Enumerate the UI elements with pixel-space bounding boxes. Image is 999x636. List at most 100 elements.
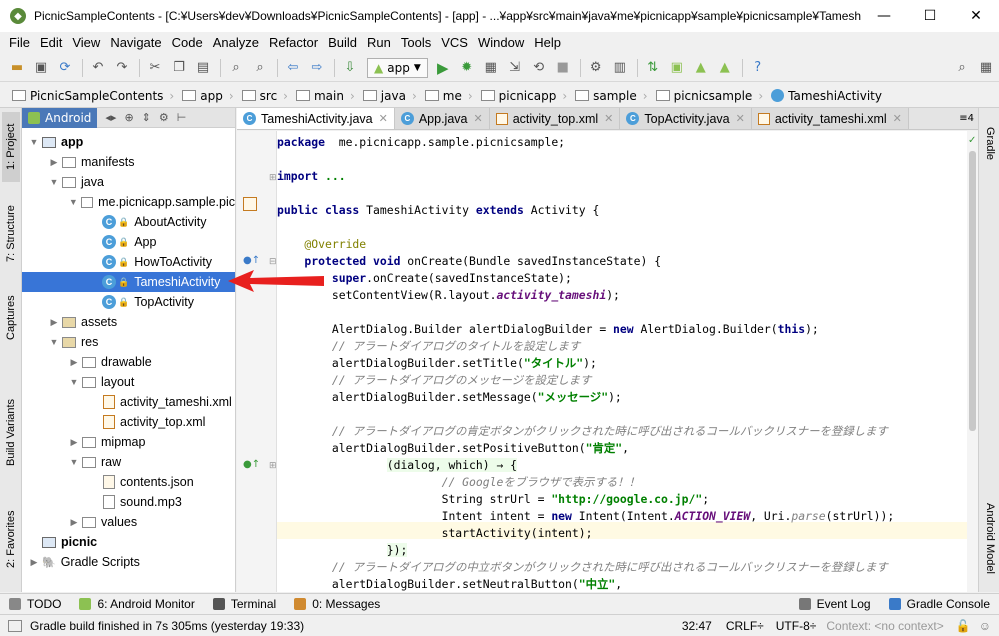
android-sdk-icon[interactable]: ▲ (714, 57, 736, 79)
attach-debugger-icon[interactable]: ⇲ (504, 57, 526, 79)
tree-item[interactable]: ▼ java (22, 172, 235, 192)
tool-window-event-log[interactable]: Event Log (790, 597, 880, 611)
tool-window-6-android-monitor[interactable]: 6: Android Monitor (70, 597, 203, 611)
tree-item[interactable]: sound.mp3 (22, 492, 235, 512)
breadcrumb-item[interactable]: picnicsample › (652, 86, 768, 106)
layout-xml-icon[interactable] (243, 197, 257, 211)
tree-item[interactable]: ▶ 🐘 Gradle Scripts (22, 552, 235, 572)
breadcrumb-item[interactable]: PicnicSampleContents › (8, 86, 178, 106)
tab-overflow-icon[interactable]: ≡4 (955, 113, 978, 124)
avd-manager-icon[interactable]: ▣ (666, 57, 688, 79)
forward-icon[interactable]: ⇨ (306, 57, 328, 79)
event-log-icon[interactable]: ▦ (975, 57, 997, 79)
chevron-down-icon[interactable]: ▼ (68, 377, 80, 387)
menu-build[interactable]: Build (323, 35, 362, 50)
status-panel-icon[interactable] (8, 619, 22, 632)
tree-item[interactable]: C 🔒 TopActivity (22, 292, 235, 312)
tree-item[interactable]: C 🔒 App (22, 232, 235, 252)
back-icon[interactable]: ⇦ (282, 57, 304, 79)
gear-icon[interactable]: ⚙ (159, 111, 169, 124)
chevron-down-icon[interactable]: ▼ (48, 177, 60, 187)
tree-item[interactable]: ▶ values (22, 512, 235, 532)
breadcrumb-item[interactable]: TameshiActivity (767, 86, 886, 106)
tab-app-java[interactable]: C App.java ✕ (394, 108, 490, 129)
make-project-icon[interactable]: ⇩ (339, 57, 361, 79)
tree-item[interactable]: picnic (22, 532, 235, 552)
tool-window-0-messages[interactable]: 0: Messages (285, 597, 389, 611)
chevron-right-icon[interactable]: ▶ (28, 557, 40, 568)
tree-item[interactable]: activity_top.xml (22, 412, 235, 432)
menu-tools[interactable]: Tools (396, 35, 436, 50)
cut-icon[interactable]: ✂ (144, 57, 166, 79)
copy-icon[interactable]: ❐ (168, 57, 190, 79)
menu-view[interactable]: View (67, 35, 105, 50)
collapse-all-icon[interactable]: ⊕ (124, 111, 133, 124)
chevron-right-icon[interactable]: ▶ (48, 317, 60, 328)
chevron-down-icon[interactable]: ▼ (68, 197, 79, 207)
tree-item[interactable]: contents.json (22, 472, 235, 492)
code-editor[interactable]: package me.picnicapp.sample.picnicsample… (277, 131, 967, 592)
sync-icon[interactable]: ⟳ (54, 57, 76, 79)
undo-icon[interactable]: ↶ (87, 57, 109, 79)
lambda-marker-icon[interactable]: ●↑ (243, 459, 260, 470)
fold-icon[interactable]: ⊞ (269, 173, 277, 183)
open-folder-icon[interactable]: ▬ (6, 57, 28, 79)
redo-icon[interactable]: ↷ (111, 57, 133, 79)
coverage-icon[interactable]: ▦ (480, 57, 502, 79)
help-icon[interactable]: ? (747, 57, 769, 79)
tab-gradle[interactable]: Gradle (981, 114, 999, 174)
run-config-select[interactable]: ▲ app ▼ (367, 57, 428, 78)
tab-project[interactable]: 1: Project (2, 112, 20, 182)
tree-item[interactable]: ▼ layout (22, 372, 235, 392)
tree-item[interactable]: activity_tameshi.xml (22, 392, 235, 412)
tree-item[interactable]: ▼ raw (22, 452, 235, 472)
tab-android-model[interactable]: Android Model (981, 488, 999, 588)
inspection-icon[interactable]: ☺ (979, 619, 991, 633)
close-icon[interactable]: ✕ (604, 112, 613, 125)
tab-topactivity-java[interactable]: C TopActivity.java ✕ (620, 108, 752, 129)
breadcrumb-item[interactable]: src › (238, 86, 292, 106)
hide-icon[interactable]: ⇕ (142, 111, 151, 124)
tree-item[interactable]: ▶ drawable (22, 352, 235, 372)
close-icon[interactable]: ✕ (893, 112, 902, 125)
find-icon[interactable]: ⌕ (225, 57, 247, 79)
stop-icon[interactable]: ■ (552, 57, 574, 79)
debug-icon[interactable]: ✹ (456, 57, 478, 79)
tab-activity-tameshi-xml[interactable]: activity_tameshi.xml ✕ (751, 108, 909, 129)
menu-analyze[interactable]: Analyze (208, 35, 264, 50)
tree-item[interactable]: C 🔒 TameshiActivity (22, 272, 235, 292)
tree-item[interactable]: ▶ mipmap (22, 432, 235, 452)
breadcrumb-item[interactable]: java › (359, 86, 421, 106)
tree-item[interactable]: C 🔒 HowToActivity (22, 252, 235, 272)
menu-window[interactable]: Window (473, 35, 529, 50)
apply-changes-icon[interactable]: ⟲ (528, 57, 550, 79)
android-device-monitor-icon[interactable]: ▲ (690, 57, 712, 79)
caret-position[interactable]: 32:47 (682, 619, 712, 633)
chevron-right-icon[interactable]: ▶ (68, 357, 80, 368)
breadcrumb-item[interactable]: picnicapp › (477, 86, 572, 106)
gradle-sync-icon[interactable]: ⇅ (642, 57, 664, 79)
tree-item[interactable]: C 🔒 AboutActivity (22, 212, 235, 232)
scrollbar-thumb[interactable] (969, 151, 976, 431)
tool-window-terminal[interactable]: Terminal (204, 597, 285, 611)
tree-item[interactable]: ▼ app (22, 132, 235, 152)
menu-file[interactable]: File (4, 35, 35, 50)
breadcrumb-item[interactable]: me › (421, 86, 477, 106)
lock-icon[interactable]: 🔓 (956, 619, 971, 633)
menu-code[interactable]: Code (167, 35, 208, 50)
project-structure-icon[interactable]: ⚙ (585, 57, 607, 79)
fold-icon[interactable]: ⊞ (269, 461, 277, 471)
chevron-right-icon[interactable]: ▶ (68, 517, 80, 528)
chevron-down-icon[interactable]: ▼ (28, 137, 40, 147)
run-icon[interactable]: ▶ (432, 57, 454, 79)
breadcrumb-item[interactable]: app › (178, 86, 237, 106)
editor-scrollbar[interactable]: ✓ (967, 131, 978, 592)
tree-item[interactable]: ▼ res (22, 332, 235, 352)
breadcrumb-item[interactable]: main › (292, 86, 359, 106)
close-icon[interactable]: ✕ (736, 112, 745, 125)
tab-favorites[interactable]: 2: Favorites (2, 504, 20, 574)
menu-help[interactable]: Help (529, 35, 566, 50)
minimize-button[interactable]: — (861, 0, 907, 32)
tab-tameshiactivity-java[interactable]: C TameshiActivity.java ✕ (237, 108, 395, 129)
menu-navigate[interactable]: Navigate (105, 35, 166, 50)
